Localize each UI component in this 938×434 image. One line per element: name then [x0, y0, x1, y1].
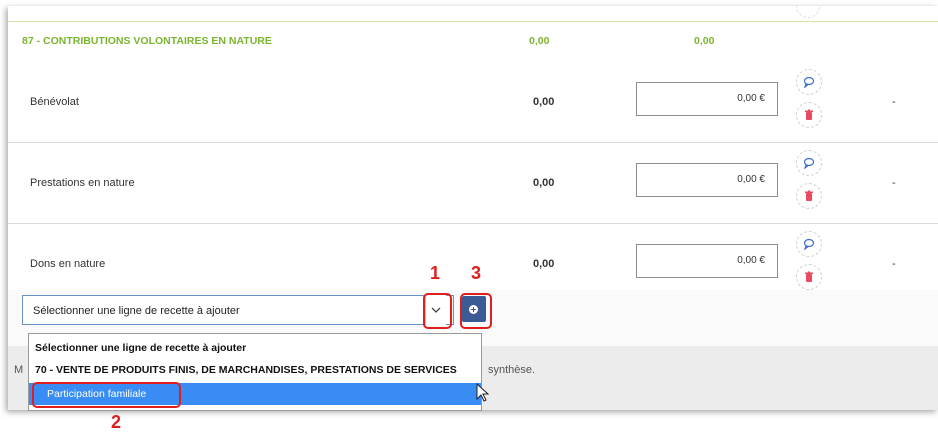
- delete-button[interactable]: [796, 264, 822, 290]
- partial-action-icon[interactable]: [796, 6, 820, 18]
- comment-icon: [803, 76, 815, 88]
- comment-icon: [803, 157, 815, 169]
- comment-icon: [803, 238, 815, 250]
- footer-text-end: synthèse.: [488, 364, 536, 376]
- comment-button[interactable]: [796, 150, 822, 176]
- revenue-line-select[interactable]: Sélectionner une ligne de recette à ajou…: [22, 295, 454, 325]
- row-value: 0,00: [533, 177, 555, 189]
- callout-box-1: [423, 293, 452, 329]
- amount-input[interactable]: 0,00 €: [636, 163, 778, 197]
- delete-button[interactable]: [796, 183, 822, 209]
- row-label: Prestations en nature: [30, 177, 135, 189]
- footer-text-start: M: [14, 364, 24, 376]
- annotation-step-3: 3: [471, 263, 482, 283]
- row-value: 0,00: [533, 258, 555, 270]
- row-dash: -: [892, 96, 896, 108]
- section-value-1: 0,00: [529, 35, 550, 47]
- annotation-step-1: 1: [430, 263, 441, 283]
- select-value: Sélectionner une ligne de recette à ajou…: [33, 305, 240, 317]
- comment-button[interactable]: [796, 69, 822, 95]
- annotation-step-2: 2: [111, 412, 122, 432]
- row-value: 0,00: [533, 96, 555, 108]
- comment-button[interactable]: [796, 231, 822, 257]
- callout-box-2: [32, 382, 181, 408]
- section-value-2: 0,00: [694, 35, 715, 47]
- row-label: Bénévolat: [30, 96, 79, 108]
- row-dash: -: [892, 177, 896, 189]
- table-row: Bénévolat 0,00 0,00 € -: [8, 62, 938, 143]
- row-label: Dons en nature: [30, 258, 106, 270]
- trash-icon: [805, 109, 813, 120]
- amount-input[interactable]: 0,00 €: [636, 244, 778, 278]
- amount-input[interactable]: 0,00 €: [636, 82, 778, 116]
- dropdown-option[interactable]: 70 - VENTE DE PRODUITS FINIS, DE MARCHAN…: [29, 359, 481, 381]
- trash-icon: [805, 190, 813, 201]
- section-title: 87 - CONTRIBUTIONS VOLONTAIRES EN NATURE: [22, 35, 272, 47]
- dropdown-option[interactable]: Sélectionner une ligne de recette à ajou…: [29, 337, 481, 359]
- delete-button[interactable]: [796, 102, 822, 128]
- table-row: Prestations en nature 0,00 0,00 € -: [8, 143, 938, 224]
- row-dash: -: [892, 258, 896, 270]
- callout-box-3: [460, 293, 492, 329]
- trash-icon: [805, 271, 813, 282]
- section-header-row: 87 - CONTRIBUTIONS VOLONTAIRES EN NATURE…: [8, 21, 938, 63]
- mouse-cursor-icon: [476, 383, 490, 402]
